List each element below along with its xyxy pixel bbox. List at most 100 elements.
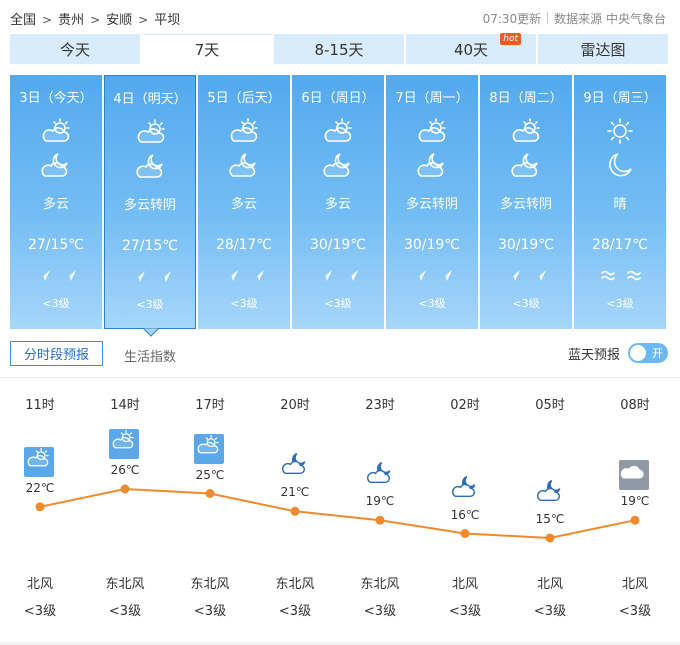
day-temp-range: 28/17℃ [215,237,273,253]
cloudy-night-icon [508,151,544,179]
breadcrumb-separator: > [42,13,53,27]
day-temp-range: 30/19℃ [403,237,461,253]
selected-caret-icon [143,328,159,337]
day-card[interactable]: 9日（周三） 晴 28/17℃ <3级 [574,75,666,329]
hour-label: 08时 [620,398,650,413]
hour-wind-level: <3级 [193,604,227,619]
breadcrumb: 全国 > 贵州 > 安顺 > 平坝 [10,9,180,28]
breadcrumb-province[interactable]: 贵州 [58,13,84,28]
cloudy-night-icon [449,474,481,504]
temp-point [120,484,130,494]
partly-cloudy-icon [38,117,74,145]
wind-arrow-icon [318,267,334,283]
hour-wind-direction: 北风 [536,577,563,592]
day-weather-desc: 晴 [613,197,627,212]
temp-label: 21℃ [280,485,310,500]
tab-7-days-label: 7天 [194,41,220,59]
wind-arrow-icon [62,267,78,283]
wind-arrow-icon [224,267,240,283]
wind-direction [198,267,290,285]
day-temp-range: 27/15℃ [121,238,179,254]
day-card[interactable]: 6日（周日） 多云 30/19℃ <3级 [292,75,384,329]
wind-direction [292,267,384,285]
hour-wind-level: <3级 [23,604,57,619]
day-card[interactable]: 5日（后天） 多云 28/17℃ <3级 [198,75,290,329]
hour-label: 17时 [195,398,225,413]
wind-arrow-icon [438,267,454,283]
temp-label: 25℃ [195,467,225,482]
hour-wind-level: <3级 [278,604,312,619]
temp-point [375,515,385,525]
wind-arrow-icon [157,268,173,284]
sub-toolbar: 分时段预报 生活指数 蓝天预报 开 [10,341,668,367]
day-date: 9日（周三） [583,91,657,106]
breadcrumb-separator: > [138,13,149,27]
cloudy-night-icon [133,152,169,180]
hour-label: 11时 [25,398,55,413]
day-weather-desc: 多云 [42,197,69,212]
partly-cloudy-icon [194,433,226,464]
day-weather-desc: 多云转阴 [499,197,552,212]
tab-hourly-forecast[interactable]: 分时段预报 [10,341,103,366]
wind-level: <3级 [606,297,634,310]
day-card[interactable]: 7日（周一） 多云转阴 30/19℃ <3级 [386,75,478,329]
hour-wind-direction: 东北风 [190,577,230,592]
hour-wind-level: <3级 [448,604,482,619]
wind-arrow-icon [250,267,266,283]
temp-label: 19℃ [365,494,395,509]
day-temp-range: 30/19℃ [309,237,367,253]
data-source: 数据来源 中央气象台 [554,12,666,26]
tab-8-15-days[interactable]: 8-15天 [274,34,404,64]
tab-today[interactable]: 今天 [10,34,140,64]
wind-direction [480,267,572,285]
daily-forecast: 3日（今天） 多云 27/15℃ <3级 4日（明天） 多云转阴 27/15℃ [10,75,668,337]
temp-point [630,515,640,525]
tab-life-index[interactable]: 生活指数 [124,346,176,365]
breadcrumb-country[interactable]: 全国 [10,13,36,28]
cloudy-night-icon [414,151,450,179]
wind-level: <3级 [512,297,540,310]
day-date: 4日（明天） [113,92,187,107]
temp-point [460,529,470,538]
day-date: 7日（周一） [395,91,469,106]
hour-wind-direction: 东北风 [360,577,400,592]
temp-label: 15℃ [535,512,565,526]
hour-label: 05时 [535,398,565,413]
temp-point [290,506,300,516]
meta-divider [547,12,549,24]
breadcrumb-separator: > [90,13,101,27]
tab-radar[interactable]: 雷达图 [538,34,668,64]
day-temp-range: 27/15℃ [27,237,85,253]
hour-wind-direction: 东北风 [105,577,145,592]
day-date: 6日（周日） [301,91,375,106]
wind-direction [386,267,478,285]
tab-today-label: 今天 [59,40,90,59]
day-card[interactable]: 3日（今天） 多云 27/15℃ <3级 [10,75,102,329]
tab-40-days[interactable]: 40天 hot [406,33,536,64]
bluesky-forecast-label: 蓝天预报 [567,348,620,363]
tab-7-days[interactable]: 7天 [142,34,272,64]
wind-arrow-icon [131,268,147,284]
wind-level: <3级 [136,298,164,311]
cloudy-night-icon [38,151,74,179]
forecast-tabs: 今天 7天 8-15天 40天 hot 雷达图 [10,33,668,64]
bluesky-toggle[interactable]: 开 [628,343,668,363]
cloudy-night-icon [320,151,356,179]
hour-wind-direction: 北风 [451,577,478,592]
partly-cloudy-icon [24,446,56,477]
tab-8-15-days-label: 8-15天 [314,40,364,59]
temp-point [205,489,215,498]
partly-cloudy-icon [320,117,356,145]
temp-label: 16℃ [450,507,480,522]
breadcrumb-city[interactable]: 安顺 [106,13,132,28]
day-card[interactable]: 8日（周二） 多云转阴 30/19℃ <3级 [480,75,572,329]
wind-level: <3级 [324,297,352,310]
hour-wind-direction: 北风 [621,577,648,592]
sun-icon [602,117,638,145]
partly-cloudy-icon [414,117,450,145]
tab-radar-label: 雷达图 [580,40,626,59]
day-card[interactable]: 4日（明天） 多云转阴 27/15℃ <3级 [104,75,196,337]
temp-point [545,533,555,543]
moon-icon [602,151,638,179]
wind-level: <3级 [42,297,70,310]
